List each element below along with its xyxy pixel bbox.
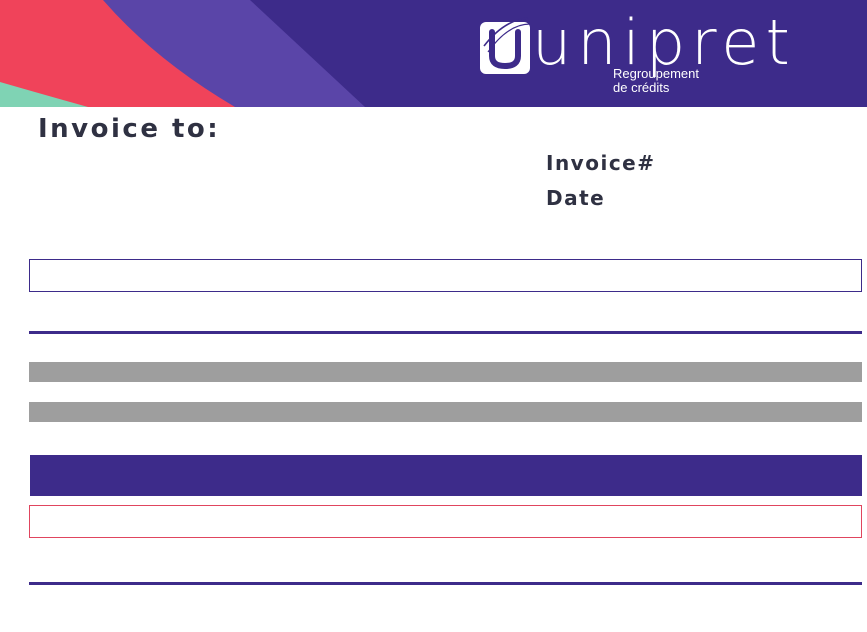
purple-header-band (30, 455, 862, 496)
invoice-date-label: Date (546, 186, 606, 210)
grey-bar-row-2 (29, 402, 862, 422)
red-outlined-box (29, 505, 862, 538)
brand-tagline: Regroupement de crédits (613, 67, 699, 95)
purple-divider-top (29, 331, 862, 334)
u-logo-mark-icon (480, 17, 531, 74)
invoice-to-heading: Invoice to: (38, 114, 221, 144)
header-banner: unipret Regroupement de crédits (0, 0, 867, 107)
invoice-number-label: Invoice# (546, 151, 656, 175)
tagline-line-2: de crédits (613, 80, 670, 95)
tagline-line-1: Regroupement (613, 66, 699, 81)
purple-outlined-box (29, 259, 862, 292)
grey-bar-row-1 (29, 362, 862, 382)
purple-divider-bottom (29, 582, 862, 585)
unipret-logo: unipret Regroupement de crédits (476, 8, 790, 100)
